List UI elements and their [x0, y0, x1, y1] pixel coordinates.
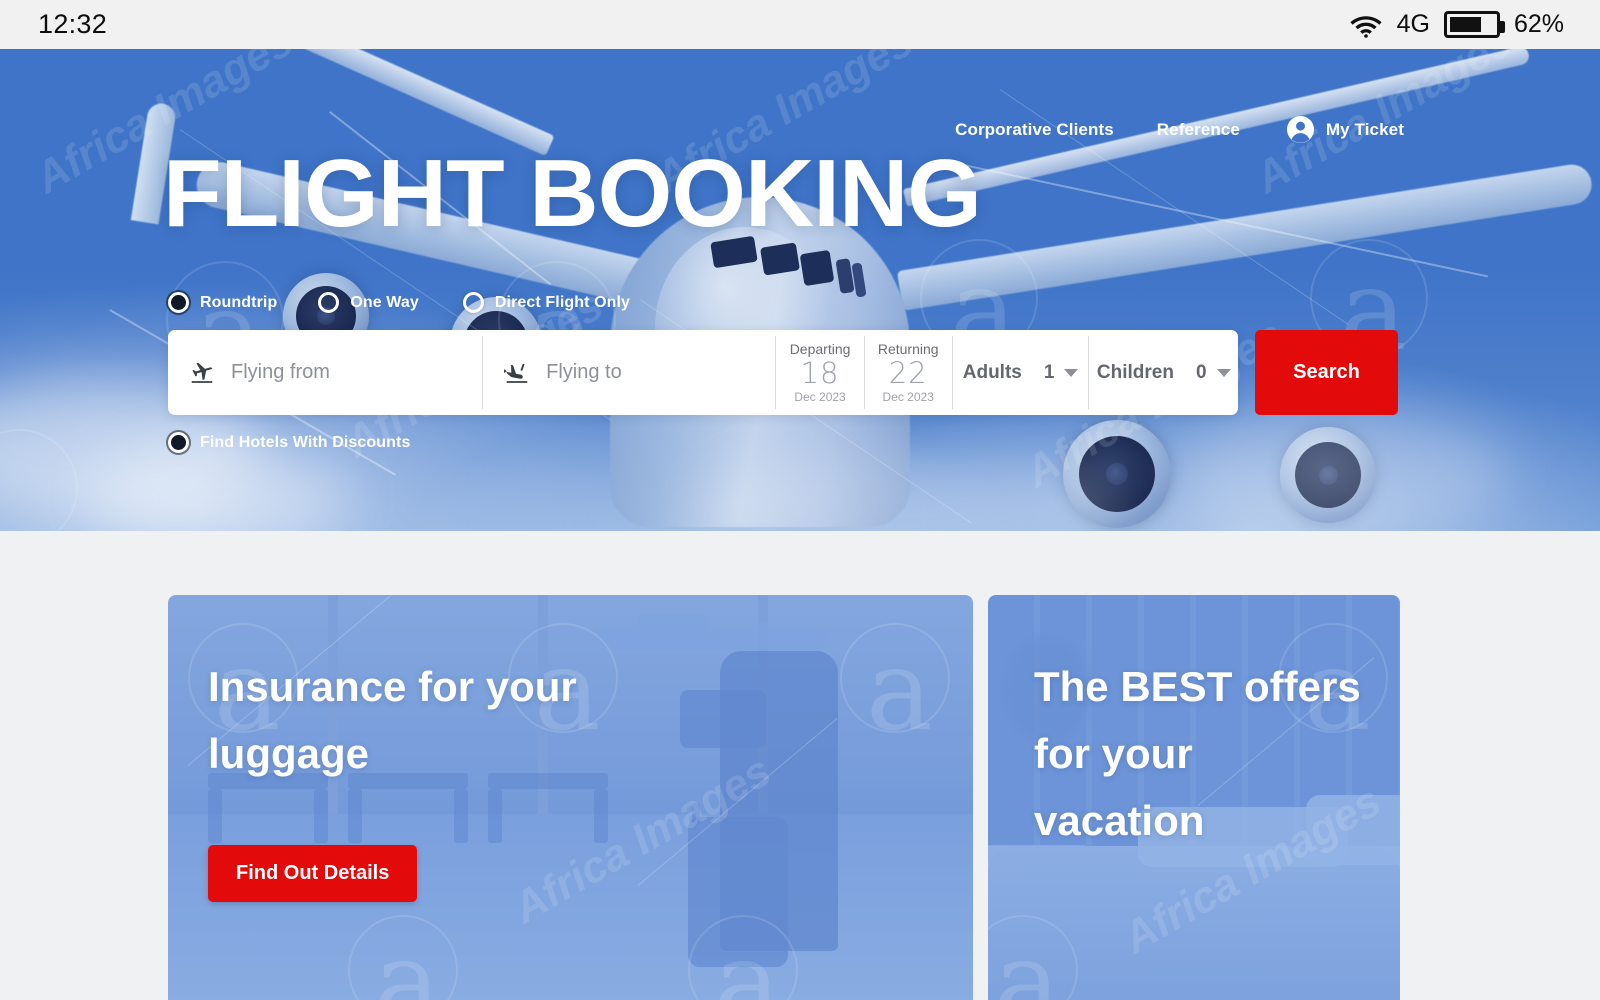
nav-reference[interactable]: Reference	[1157, 120, 1240, 140]
departing-month-year: Dec 2023	[794, 390, 846, 405]
adults-selector[interactable]: Adults 1	[953, 330, 1089, 415]
flying-to-field[interactable]: Flying to	[483, 330, 775, 415]
radio-find-hotels-icon	[168, 432, 189, 453]
app-root: 12:32 4G 62% Corporative Clients Referen…	[0, 0, 1600, 1000]
adults-value: 1	[1043, 361, 1055, 383]
flying-from-field[interactable]: Flying from	[168, 330, 482, 415]
returning-day: 22	[888, 355, 928, 390]
adults-label: Adults	[962, 361, 1022, 383]
network-type-label: 4G	[1396, 10, 1430, 38]
departing-day: 18	[800, 355, 840, 390]
find-hotels-label: Find Hotels With Discounts	[200, 433, 411, 451]
flying-from-placeholder: Flying from	[231, 361, 330, 383]
find-out-details-button[interactable]: Find Out Details	[208, 845, 418, 902]
status-bar: 12:32 4G 62%	[0, 0, 1600, 49]
plane-departure-icon	[191, 362, 213, 383]
my-ticket-label: My Ticket	[1325, 119, 1404, 139]
promo-card-insurance[interactable]: a a a a a Africa Images Insurance for yo…	[168, 595, 973, 1000]
trip-option-direct-flight-label: Direct Flight Only	[494, 293, 631, 311]
promo-card-insurance-title: Insurance for your luggage	[208, 663, 577, 778]
radio-direct-flight-icon	[462, 292, 484, 313]
wifi-icon	[1349, 15, 1382, 38]
battery-icon	[1443, 11, 1505, 38]
flying-to-placeholder: Flying to	[546, 361, 622, 383]
promo-card-offers-title: The BEST offers for your vacation	[1034, 663, 1361, 845]
trip-option-one-way[interactable]: One Way	[318, 292, 419, 313]
hero-navigation: Corporative Clients Reference My Ticket	[955, 115, 1404, 144]
radio-one-way-icon	[318, 292, 340, 313]
children-label: Children	[1096, 361, 1174, 383]
plane-arrival-icon	[504, 363, 528, 383]
search-button[interactable]: Search	[1255, 330, 1398, 415]
page-title: FLIGHT BOOKING	[163, 140, 982, 247]
trip-type-options: Roundtrip One Way Direct Flight Only	[168, 292, 630, 313]
radio-roundtrip-icon	[168, 292, 189, 313]
status-clock: 12:32	[38, 9, 108, 39]
chevron-down-icon	[1216, 368, 1231, 377]
user-avatar-icon	[1286, 115, 1314, 144]
promo-card-offers[interactable]: a a Africa Images The BEST offers for yo…	[988, 595, 1400, 1000]
returning-date-picker[interactable]: Returning 22 Dec 2023	[865, 330, 952, 415]
trip-option-direct-flight-only[interactable]: Direct Flight Only	[462, 292, 631, 313]
trip-option-one-way-label: One Way	[350, 293, 419, 311]
departing-date-picker[interactable]: Departing 18 Dec 2023	[776, 330, 863, 415]
battery-percent-label: 62%	[1513, 10, 1564, 38]
flight-search-bar: Flying from Flying to Departing 18 Dec 2…	[168, 330, 1238, 415]
nav-corporative-clients[interactable]: Corporative Clients	[955, 120, 1114, 140]
returning-month-year: Dec 2023	[882, 390, 934, 405]
hero-banner: a a a a Africa Images Africa Images Afri…	[0, 49, 1600, 531]
promo-cards-section: a a a a a Africa Images Insurance for yo…	[0, 545, 1600, 1000]
trip-option-roundtrip-label: Roundtrip	[200, 293, 278, 311]
chevron-down-icon	[1064, 368, 1079, 377]
returning-label: Returning	[877, 340, 939, 357]
children-selector[interactable]: Children 0	[1089, 330, 1238, 415]
departing-label: Departing	[789, 340, 851, 357]
trip-option-roundtrip[interactable]: Roundtrip	[168, 292, 277, 313]
children-value: 0	[1195, 361, 1207, 383]
status-indicators: 4G 62%	[1349, 10, 1564, 39]
find-hotels-option[interactable]: Find Hotels With Discounts	[168, 432, 410, 453]
my-ticket-button[interactable]: My Ticket	[1286, 115, 1404, 144]
